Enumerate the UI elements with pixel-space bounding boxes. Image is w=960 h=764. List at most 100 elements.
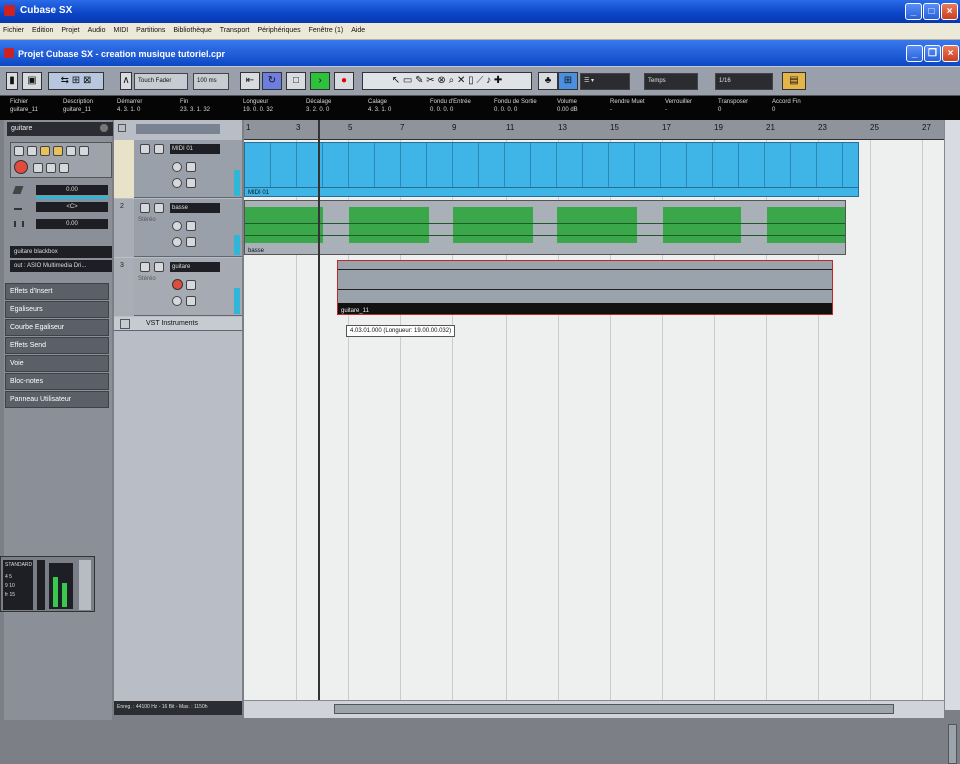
track-record-button[interactable] [172, 279, 183, 290]
track-row-guitare[interactable]: 3 guitare Stéréo [114, 258, 242, 316]
project-restore-button[interactable]: ❐ [924, 45, 941, 62]
project-minimize-button[interactable]: _ [906, 45, 923, 62]
freeze-button[interactable] [59, 163, 69, 173]
grid-type-select[interactable]: Temps [644, 73, 698, 90]
track-solo-button[interactable] [154, 203, 164, 213]
info-volume[interactable]: Volume 0.00 dB [557, 98, 578, 114]
info-start[interactable]: Démarrer 4. 3. 1. 0 [117, 98, 142, 114]
section-send-effects[interactable]: Effets Send [5, 337, 109, 354]
track-mute-button[interactable] [140, 144, 150, 154]
track-row-midi[interactable]: 1 MIDI 01 [114, 140, 242, 198]
section-equalizers[interactable]: Egaliseurs [5, 301, 109, 318]
inspector-settings-icon[interactable] [99, 123, 109, 133]
write-automation-button[interactable] [53, 146, 63, 156]
monitor-button[interactable] [79, 146, 89, 156]
arrange-window[interactable]: MIDI 01 basse guitare_11 [244, 140, 944, 700]
output-routing-select[interactable]: out : ASIO Multimedia Dri... [10, 260, 112, 272]
delay-value[interactable]: 0.00 [36, 219, 108, 229]
cycle-icon[interactable]: ↻ [262, 72, 282, 90]
track-mute-button[interactable] [140, 203, 150, 213]
maximize-button[interactable]: □ [923, 3, 940, 20]
zoom-select[interactable]: 100 ms [193, 73, 229, 90]
track-read-button[interactable] [172, 237, 182, 247]
horizontal-scroll-thumb[interactable] [334, 704, 894, 714]
minimize-button[interactable]: _ [905, 3, 922, 20]
section-notepad[interactable]: Bloc-notes [5, 373, 109, 390]
add-track-icon[interactable] [118, 124, 126, 132]
menu-edition[interactable]: Edition [29, 23, 56, 34]
track-list-header-buttons[interactable] [136, 124, 220, 134]
edit-tools-icons[interactable]: ↖ ▭ ✎ ✂ ⊗ ⌕ ✕ ▯ ⟋ ♪ ✚ [362, 72, 532, 90]
track-record-button[interactable] [172, 221, 182, 231]
track-monitor-button[interactable] [186, 280, 196, 290]
infoline-toggle-button[interactable]: ▣ [22, 72, 42, 90]
info-end[interactable]: Fin 23. 3. 1. 32 [180, 98, 210, 114]
section-insert-effects[interactable]: Effets d'Insert [5, 283, 109, 300]
track-mute-button[interactable] [140, 262, 150, 272]
timeline-ruler[interactable]: 1 3 5 7 9 11 13 15 17 19 21 23 25 27 [244, 120, 944, 140]
info-fade-in[interactable]: Fondu d'Entrée 0. 0. 0. 0 [430, 98, 471, 114]
volume-fader[interactable] [36, 196, 108, 199]
track-row-vst-instruments[interactable]: VST Instruments [114, 317, 242, 331]
project-cursor[interactable] [318, 120, 320, 710]
menu-audio[interactable]: Audio [85, 23, 109, 34]
track-name[interactable]: MIDI 01 [170, 144, 220, 154]
track-monitor-button[interactable] [186, 221, 196, 231]
snap-toggle-icon[interactable]: ⊞ [558, 72, 578, 90]
track-solo-button[interactable] [154, 262, 164, 272]
track-solo-button[interactable] [154, 144, 164, 154]
lock-button[interactable] [46, 163, 56, 173]
section-channel[interactable]: Voie [5, 355, 109, 372]
quantize-select[interactable]: 1/16 [715, 73, 773, 90]
read-automation-button[interactable] [40, 146, 50, 156]
menu-fichier[interactable]: Fichier [0, 23, 27, 34]
volume-value[interactable]: 0.00 [36, 185, 108, 195]
track-name[interactable]: guitare [170, 262, 220, 272]
menu-bibliotheque[interactable]: Bibliothèque [170, 23, 215, 34]
info-transpose[interactable]: Transposer 0 [718, 98, 748, 114]
menu-projet[interactable]: Projet [58, 23, 82, 34]
vertical-scrollbar[interactable] [944, 120, 960, 764]
play-icon[interactable]: › [310, 72, 330, 90]
snap-icon[interactable]: ♣ [538, 72, 558, 90]
track-monitor-button[interactable] [186, 162, 196, 172]
info-offset[interactable]: Décalage 3. 2. 0. 0 [306, 98, 331, 114]
solo-button[interactable] [27, 146, 37, 156]
guitar-part[interactable]: guitare_11 [337, 260, 833, 315]
edit-channel-button[interactable] [66, 146, 76, 156]
track-edit-button[interactable] [186, 178, 196, 188]
inspector-toggle-button[interactable]: ▮ [6, 72, 18, 90]
section-user-panel[interactable]: Panneau Utilisateur [5, 391, 109, 408]
inspector-track-name[interactable]: guitare [7, 122, 113, 136]
info-length[interactable]: Longueur 19. 0. 0. 32 [243, 98, 273, 114]
horizontal-scrollbar[interactable] [244, 700, 944, 718]
monitor-input-button[interactable] [33, 163, 43, 173]
vertical-scroll-thumb[interactable] [948, 724, 957, 764]
info-snap[interactable]: Calage 4. 3. 1. 0 [368, 98, 391, 114]
track-read-button[interactable] [172, 296, 182, 306]
menu-aide[interactable]: Aide [348, 23, 368, 34]
info-lock[interactable]: Verrouiller - [665, 98, 692, 114]
input-routing-select[interactable]: guitare blackbox [10, 246, 112, 258]
track-edit-button[interactable] [186, 296, 196, 306]
close-button[interactable]: × [941, 3, 958, 20]
go-to-start-icon[interactable]: ⇤ [240, 72, 260, 90]
stop-icon[interactable]: □ [286, 72, 306, 90]
mute-button[interactable] [14, 146, 24, 156]
menu-peripheriques[interactable]: Périphériques [254, 23, 303, 34]
bass-part[interactable]: basse [244, 200, 846, 255]
track-read-button[interactable] [172, 178, 182, 188]
menu-transport[interactable]: Transport [217, 23, 253, 34]
track-name[interactable]: basse [170, 203, 220, 213]
info-mute[interactable]: Rendre Muet - [610, 98, 645, 114]
pan-value[interactable]: <C> [36, 202, 108, 212]
snap-mode-select[interactable]: ☰ ▾ [580, 73, 630, 90]
menu-midi[interactable]: MIDI [110, 23, 131, 34]
view-options-buttons[interactable]: ⇆ ⊞ ⊠ [48, 72, 104, 90]
track-row-basse[interactable]: 2 basse Stéréo [114, 199, 242, 257]
info-finetune[interactable]: Accord Fin 0 [772, 98, 801, 114]
project-close-button[interactable]: × [942, 45, 959, 62]
menu-partitions[interactable]: Partitions [133, 23, 168, 34]
section-eq-curve[interactable]: Courbe Egaliseur [5, 319, 109, 336]
record-enable-button[interactable] [14, 160, 28, 174]
